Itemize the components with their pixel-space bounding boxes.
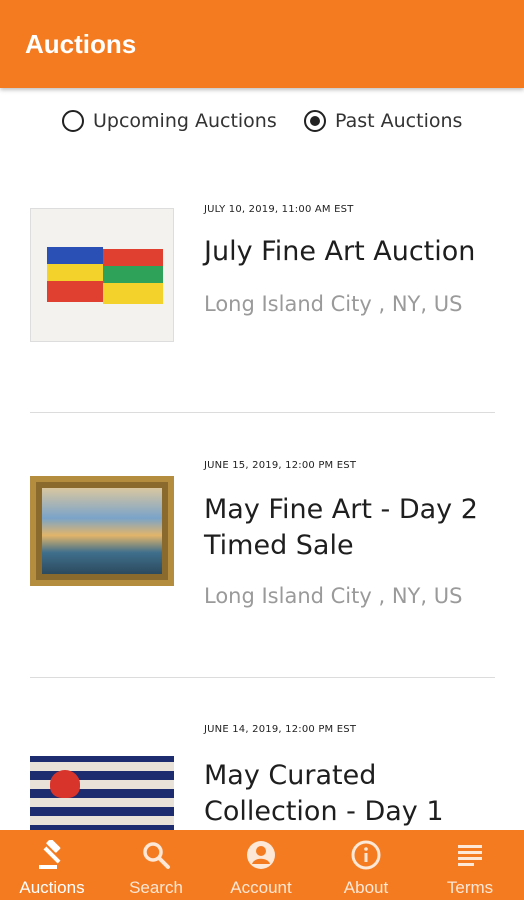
auction-thumbnail: [30, 208, 174, 342]
list-divider: [30, 677, 495, 678]
auction-date: JUNE 15, 2019, 12:00 PM EST: [204, 460, 357, 471]
auction-date: JUNE 14, 2019, 12:00 PM EST: [204, 724, 357, 735]
nav-label: Account: [230, 878, 292, 897]
document-icon: [458, 845, 482, 866]
auction-title: May Curated Collection - Day 1: [204, 760, 444, 827]
search-icon: [143, 842, 170, 869]
past-auctions-radio[interactable]: Past Auctions: [304, 110, 462, 132]
nav-item-auctions[interactable]: Auctions: [0, 830, 104, 900]
auction-thumbnail: [30, 476, 174, 586]
auction-location: Long Island City , NY, US: [204, 292, 463, 316]
upcoming-auctions-radio[interactable]: Upcoming Auctions: [62, 110, 277, 132]
page-title: Auctions: [25, 29, 137, 59]
nav-item-about[interactable]: About: [314, 830, 418, 900]
nav-item-account[interactable]: Account: [209, 830, 313, 900]
info-icon: [351, 840, 381, 870]
nav-label: Search: [129, 878, 183, 897]
auction-title: May Fine Art - Day 2 Timed Sale: [204, 494, 478, 561]
radio-unchecked-icon[interactable]: [62, 110, 84, 132]
list-divider: [30, 412, 495, 413]
auction-list-item[interactable]: JULY 10, 2019, 11:00 AM EST July Fine Ar…: [0, 204, 524, 408]
past-auctions-label: Past Auctions: [335, 110, 463, 132]
auction-list-item[interactable]: JUNE 15, 2019, 12:00 PM EST May Fine Art…: [0, 460, 524, 664]
auction-list: JULY 10, 2019, 11:00 AM EST July Fine Ar…: [0, 150, 524, 830]
gavel-icon: [39, 840, 61, 869]
nav-item-terms[interactable]: Terms: [418, 830, 522, 900]
app-bar: Auctions: [0, 0, 524, 88]
nav-item-search[interactable]: Search: [104, 830, 208, 900]
auction-location: Long Island City , NY, US: [204, 584, 463, 608]
radio-checked-icon[interactable]: [304, 110, 326, 132]
auction-filter: Upcoming Auctions Past Auctions: [0, 108, 524, 140]
nav-label: Terms: [446, 878, 494, 897]
bottom-navigation: Auctions Search Account About Terms: [0, 830, 524, 900]
auction-thumbnail: [30, 756, 174, 830]
auction-list-item[interactable]: JUNE 14, 2019, 12:00 PM EST May Curated …: [0, 724, 524, 830]
nav-label: Auctions: [19, 878, 85, 897]
upcoming-auctions-label: Upcoming Auctions: [93, 110, 277, 132]
auction-title: July Fine Art Auction: [204, 236, 476, 267]
auction-date: JULY 10, 2019, 11:00 AM EST: [204, 204, 354, 215]
nav-label: About: [343, 878, 389, 897]
account-icon: [247, 841, 275, 869]
